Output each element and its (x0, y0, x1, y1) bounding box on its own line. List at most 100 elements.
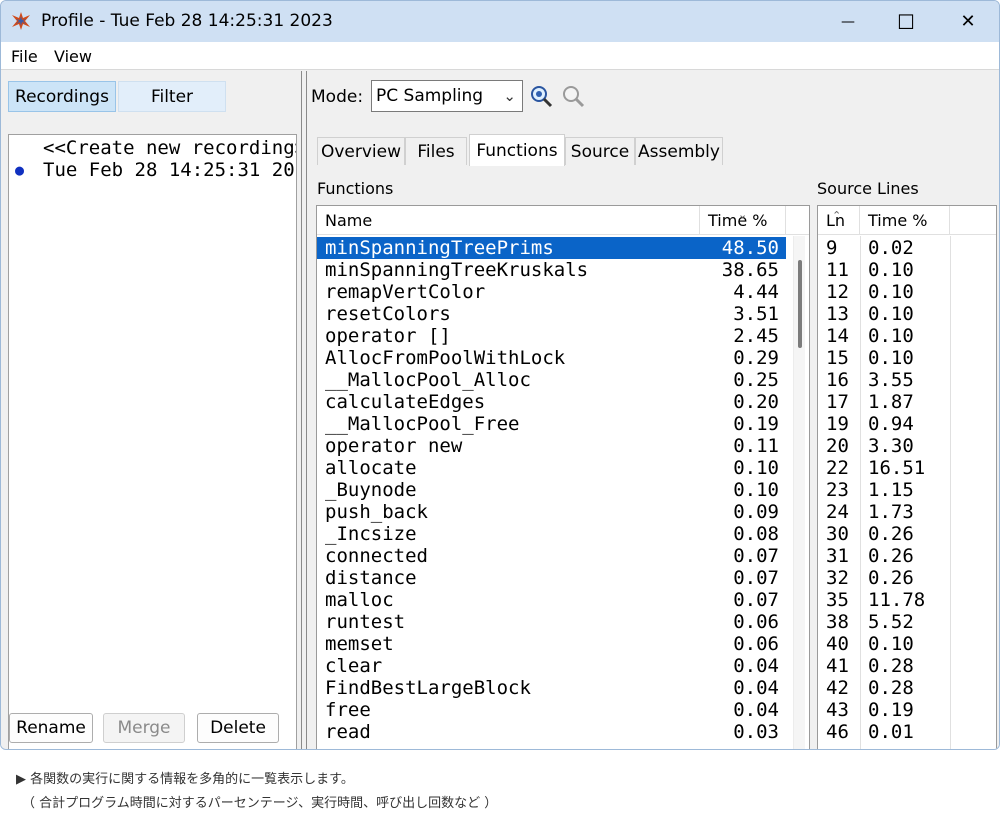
mode-select[interactable]: PC Sampling ⌄ (371, 80, 523, 112)
tab-assembly[interactable]: Assembly (635, 137, 723, 165)
menu-view[interactable]: View (54, 47, 92, 66)
table-row[interactable]: 14 0.10 (818, 325, 996, 347)
line-number-cell: 43 (826, 699, 849, 721)
table-row[interactable]: 41 0.28 (818, 655, 996, 677)
rename-button[interactable]: Rename (9, 713, 93, 743)
table-row[interactable]: calculateEdges 0.20 (317, 391, 809, 413)
tab-files[interactable]: Files (405, 137, 467, 165)
column-header-ln[interactable]: ⌄ Ln (818, 206, 860, 235)
table-row[interactable]: FindBestLargeBlock 0.04 (317, 677, 809, 699)
table-row[interactable]: free 0.04 (317, 699, 809, 721)
table-row[interactable]: read 0.03 (317, 721, 809, 743)
line-time-cell: 0.26 (868, 567, 914, 589)
table-row[interactable]: _Buynode 0.10 (317, 479, 809, 501)
table-row[interactable]: clear 0.04 (317, 655, 809, 677)
line-number-cell: 35 (826, 589, 849, 611)
line-time-cell: 0.10 (868, 325, 914, 347)
line-time-cell: 16.51 (868, 457, 926, 479)
table-row[interactable]: push_back 0.09 (317, 501, 809, 523)
zoom-search-icon[interactable] (529, 84, 553, 108)
table-row[interactable]: AllocFromPoolWithLock 0.29 (317, 347, 809, 369)
table-row[interactable]: remapVertColor 4.44 (317, 281, 809, 303)
title-bar[interactable]: Profile - Tue Feb 28 14:25:31 2023 — ☐ ✕ (1, 1, 999, 42)
tab-source[interactable]: Source (565, 137, 635, 165)
filter-toggle[interactable]: Filter (118, 81, 226, 112)
source-lines-table[interactable]: ⌄ Ln Time % 9 0.02 11 0.10 12 0.10 13 0.10 14 0.1… (817, 205, 997, 749)
table-row[interactable]: malloc 0.07 (317, 589, 809, 611)
recordings-toggle[interactable]: Recordings (8, 81, 116, 112)
list-item-label: <<Create new recording>> (43, 137, 297, 159)
table-row[interactable]: 12 0.10 (818, 281, 996, 303)
recordings-list[interactable]: <<Create new recording>> ● Tue Feb 28 14… (8, 134, 297, 750)
table-row[interactable]: 40 0.10 (818, 633, 996, 655)
table-row[interactable]: 16 3.55 (818, 369, 996, 391)
table-row[interactable]: 20 3.30 (818, 435, 996, 457)
table-row[interactable]: 43 0.19 (818, 699, 996, 721)
delete-button[interactable]: Delete (197, 713, 279, 743)
table-row[interactable]: 23 1.15 (818, 479, 996, 501)
table-row[interactable]: 15 0.10 (818, 347, 996, 369)
line-time-cell: 0.10 (868, 303, 914, 325)
minimize-button[interactable]: — (819, 1, 877, 42)
functions-scrollbar-thumb[interactable] (798, 260, 802, 348)
maximize-button[interactable]: ☐ (877, 1, 935, 42)
analysis-pane: Mode: PC Sampling ⌄ Overview Files Funct… (307, 71, 999, 749)
table-row[interactable]: distance 0.07 (317, 567, 809, 589)
table-row[interactable]: minSpanningTreeKruskals 38.65 (317, 259, 809, 281)
line-number-cell: 11 (826, 259, 849, 281)
function-time-cell: 0.06 (733, 611, 779, 633)
sort-descending-icon: ⌄ (738, 208, 748, 221)
table-row[interactable]: _Incsize 0.08 (317, 523, 809, 545)
horizontal-scrollbar[interactable] (39, 749, 267, 750)
list-item-recording[interactable]: ● Tue Feb 28 14:25:31 2023 (9, 159, 296, 181)
list-item-create-recording[interactable]: <<Create new recording>> (9, 137, 297, 159)
function-time-cell: 0.03 (733, 721, 779, 743)
table-row[interactable]: 46 0.01 (818, 721, 996, 743)
functions-scrollbar[interactable] (793, 236, 805, 749)
line-number-cell: 9 (826, 237, 838, 259)
table-row[interactable]: 11 0.10 (818, 259, 996, 281)
table-row[interactable]: 31 0.26 (818, 545, 996, 567)
table-row[interactable]: 32 0.26 (818, 567, 996, 589)
column-header-name[interactable]: Name (317, 206, 700, 235)
functions-table[interactable]: Name ⌄ Time % minSpanningTreePrims 48.50 m… (316, 205, 810, 749)
function-name-cell: resetColors (325, 303, 451, 325)
line-time-cell: 11.78 (868, 589, 926, 611)
function-name-cell: remapVertColor (325, 281, 486, 303)
table-row[interactable]: operator [] 2.45 (317, 325, 809, 347)
table-row[interactable]: 30 0.26 (818, 523, 996, 545)
table-row[interactable]: minSpanningTreePrims 48.50 (317, 237, 809, 259)
line-number-cell: 42 (826, 677, 849, 699)
table-row[interactable]: resetColors 3.51 (317, 303, 809, 325)
function-time-cell: 0.19 (733, 413, 779, 435)
table-row[interactable]: operator new 0.11 (317, 435, 809, 457)
table-row[interactable]: allocate 0.10 (317, 457, 809, 479)
table-row[interactable]: connected 0.07 (317, 545, 809, 567)
table-row[interactable]: 42 0.28 (818, 677, 996, 699)
close-button[interactable]: ✕ (939, 1, 997, 42)
zoom-out-icon[interactable] (561, 84, 585, 108)
table-row[interactable]: 9 0.02 (818, 237, 996, 259)
function-name-cell: __MallocPool_Free (325, 413, 520, 435)
column-header-line-time[interactable]: Time % (860, 206, 950, 235)
table-row[interactable]: 19 0.94 (818, 413, 996, 435)
tab-functions[interactable]: Functions (469, 134, 565, 166)
line-number-cell: 14 (826, 325, 849, 347)
table-row[interactable]: memset 0.06 (317, 633, 809, 655)
table-row[interactable]: 22 16.51 (818, 457, 996, 479)
tab-overview[interactable]: Overview (317, 137, 405, 165)
table-row[interactable]: 35 11.78 (818, 589, 996, 611)
table-row[interactable]: 24 1.73 (818, 501, 996, 523)
function-time-cell: 0.04 (733, 699, 779, 721)
function-time-cell: 0.04 (733, 655, 779, 677)
table-row[interactable]: 38 5.52 (818, 611, 996, 633)
table-row[interactable]: 13 0.10 (818, 303, 996, 325)
menu-file[interactable]: File (11, 47, 38, 66)
line-number-cell: 12 (826, 281, 849, 303)
table-row[interactable]: __MallocPool_Alloc 0.25 (317, 369, 809, 391)
table-row[interactable]: 17 1.87 (818, 391, 996, 413)
column-header-time[interactable]: ⌄ Time % (700, 206, 786, 235)
table-row[interactable]: runtest 0.06 (317, 611, 809, 633)
table-row[interactable]: __MallocPool_Free 0.19 (317, 413, 809, 435)
merge-button[interactable]: Merge (103, 713, 185, 743)
